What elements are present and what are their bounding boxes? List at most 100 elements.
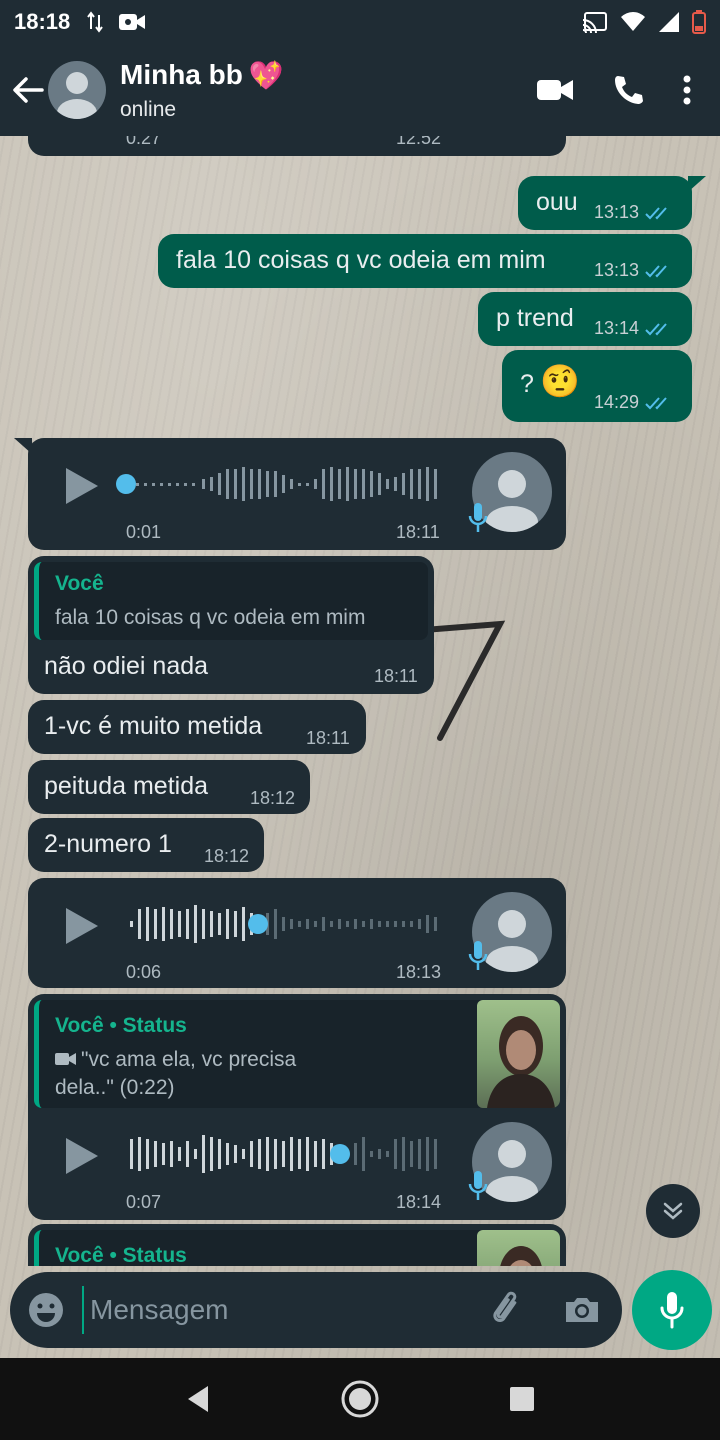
- voice-duration: 0:01: [126, 522, 162, 542]
- message-meta: 13:13: [594, 202, 673, 223]
- sparkling-heart-emoji: 💖: [248, 59, 284, 91]
- incoming-voice-message-clipped[interactable]: 0:27 12:52: [28, 136, 566, 156]
- message-text: 2-numero 1: [44, 830, 172, 858]
- cast-icon: [582, 12, 607, 33]
- contact-name: Minha bb: [120, 59, 243, 90]
- incoming-message[interactable]: 1-vc é muito metida 18:11: [28, 700, 366, 754]
- double-chevron-down-icon: [663, 1202, 683, 1220]
- message-time: 12:52: [396, 136, 442, 148]
- camera-icon[interactable]: [562, 1290, 602, 1330]
- outgoing-message[interactable]: p trend 13:14: [478, 292, 692, 346]
- voice-record-button[interactable]: [632, 1270, 712, 1350]
- chat-header: Minha bb 💖 online: [0, 44, 720, 136]
- status-thumbnail[interactable]: [477, 1000, 560, 1108]
- voice-waveform[interactable]: [116, 464, 440, 504]
- read-ticks-icon: [645, 322, 667, 335]
- message-meta: 14:29: [594, 392, 673, 413]
- message-meta: 13:13: [594, 260, 673, 281]
- message-text: p trend: [496, 304, 574, 332]
- quote-text-line-1: "vc ama ela, vc precisa: [81, 1048, 297, 1071]
- data-transfer-icon: [87, 11, 104, 33]
- bubble-tail: [688, 176, 706, 192]
- message-text: ?: [520, 370, 534, 398]
- message-time: 18:11: [396, 522, 440, 542]
- attach-icon[interactable]: [488, 1290, 528, 1330]
- status-bar: 18:18: [0, 0, 720, 44]
- outgoing-message[interactable]: fala 10 coisas q vc odeia em mim 13:13: [158, 234, 692, 288]
- message-text: ouu: [536, 188, 578, 216]
- scroll-to-bottom-button[interactable]: [646, 1184, 700, 1238]
- voice-call-icon[interactable]: [612, 74, 644, 106]
- message-time: 13:13: [594, 202, 640, 222]
- quoted-status[interactable]: Você • Status "vc ama ela, vc precisa de…: [34, 1000, 560, 1108]
- message-time: 18:11: [374, 666, 418, 686]
- nav-back-icon[interactable]: [184, 1384, 212, 1414]
- outgoing-message[interactable]: ? 🤨 14:29: [502, 350, 692, 422]
- microphone-icon: [468, 503, 488, 532]
- message-time: 18:14: [396, 1192, 442, 1212]
- emoji-icon[interactable]: [26, 1290, 66, 1330]
- voice-duration: 0:27: [126, 136, 162, 148]
- incoming-status-reply-message-clipped[interactable]: Você • Status: [28, 1224, 566, 1266]
- message-time: 18:13: [396, 962, 442, 982]
- play-icon[interactable]: [62, 464, 102, 508]
- incoming-message[interactable]: peituda metida 18:12: [28, 760, 310, 814]
- quoted-message[interactable]: Você fala 10 coisas q vc odeia em mim: [34, 562, 428, 640]
- read-ticks-icon: [645, 396, 667, 409]
- arrow-left-icon: [13, 77, 44, 103]
- incoming-reply-message[interactable]: Você fala 10 coisas q vc odeia em mim nã…: [28, 556, 434, 694]
- incoming-message[interactable]: 2-numero 1 18:12: [28, 818, 264, 872]
- microphone-icon: [660, 1292, 684, 1329]
- voice-waveform[interactable]: [128, 904, 440, 944]
- voice-waveform[interactable]: [128, 1134, 440, 1174]
- message-compose-bar: [10, 1272, 622, 1348]
- message-text: 1-vc é muito metida: [44, 712, 263, 740]
- quote-text-line-2: dela.." (0:22): [55, 1076, 175, 1099]
- message-text: peituda metida: [44, 772, 209, 800]
- video-camera-icon: [55, 1053, 76, 1065]
- person-photo-thumbnail: [487, 1016, 555, 1108]
- contact-status: online: [120, 97, 177, 121]
- status-thumbnail[interactable]: [477, 1230, 560, 1266]
- quote-author: Você: [55, 572, 104, 595]
- wifi-icon: [621, 12, 645, 31]
- incoming-voice-message[interactable]: 0:06 18:13: [28, 878, 566, 988]
- system-navigation-bar: [0, 1358, 720, 1440]
- contact-info[interactable]: Minha bb 💖 online: [120, 59, 284, 122]
- message-time: 14:29: [594, 392, 640, 412]
- outgoing-message[interactable]: ouu 13:13: [518, 176, 692, 230]
- message-text: fala 10 coisas q vc odeia em mim: [176, 246, 546, 274]
- read-ticks-icon: [645, 264, 667, 277]
- nav-recents-icon[interactable]: [508, 1385, 536, 1413]
- incoming-status-reply-voice-message[interactable]: Você • Status "vc ama ela, vc precisa de…: [28, 994, 566, 1220]
- back-button[interactable]: [2, 64, 54, 116]
- read-ticks-icon: [645, 206, 667, 219]
- play-icon[interactable]: [62, 904, 102, 948]
- status-time: 18:18: [14, 9, 71, 34]
- more-options-icon[interactable]: [682, 75, 692, 105]
- message-text: não odiei nada: [44, 652, 209, 680]
- video-recording-icon: [119, 14, 146, 30]
- message-time: 13:13: [594, 260, 640, 280]
- microphone-icon: [468, 1171, 488, 1200]
- voice-duration: 0:06: [126, 962, 162, 982]
- quote-author: Você • Status: [55, 1014, 187, 1037]
- person-photo-thumbnail: [500, 1246, 542, 1266]
- contact-avatar[interactable]: [48, 61, 106, 119]
- message-list[interactable]: 0:27 12:52 ouu 13:13 fala 10 coisas q vc…: [0, 136, 720, 1266]
- quote-author: Você • Status: [55, 1244, 187, 1266]
- message-time: 18:12: [250, 788, 296, 808]
- message-meta: 13:14: [594, 318, 673, 339]
- microphone-icon: [468, 941, 488, 970]
- incoming-voice-message[interactable]: 0:01 18:11: [28, 438, 566, 550]
- message-time: 18:12: [204, 846, 250, 866]
- contact-name-row: Minha bb 💖: [120, 59, 284, 92]
- raised-eyebrow-emoji: 🤨: [540, 363, 580, 399]
- video-call-icon[interactable]: [536, 77, 574, 103]
- signal-icon: [659, 12, 679, 32]
- quoted-status[interactable]: Você • Status: [34, 1230, 560, 1266]
- quote-text: fala 10 coisas q vc odeia em mim: [55, 606, 366, 629]
- message-input[interactable]: [82, 1286, 472, 1334]
- play-icon[interactable]: [62, 1134, 102, 1178]
- nav-home-icon[interactable]: [340, 1379, 380, 1419]
